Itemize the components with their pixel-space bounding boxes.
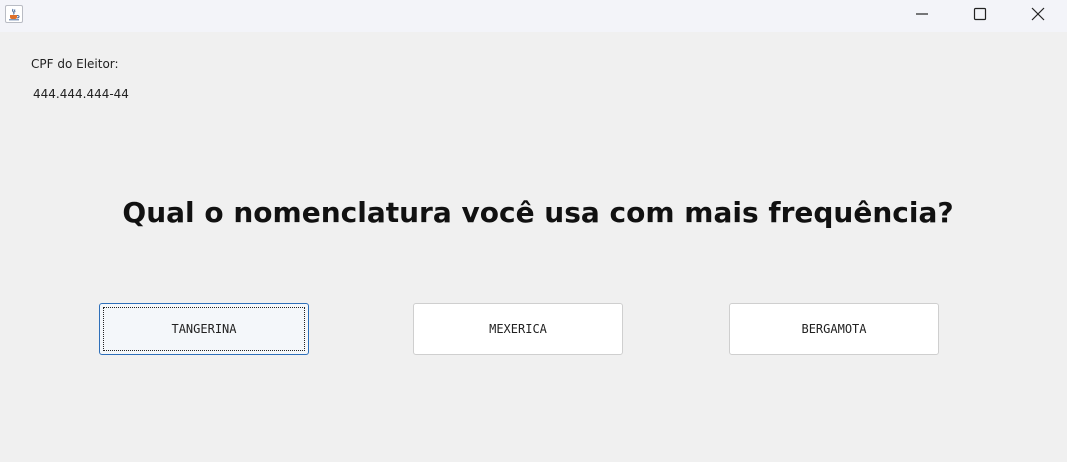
minimize-button[interactable] xyxy=(893,0,951,28)
option-tangerina-button[interactable]: TANGERINA xyxy=(99,303,309,355)
question-title: Qual o nomenclatura você usa com mais fr… xyxy=(122,196,954,229)
option-mexerica-button[interactable]: MEXERICA xyxy=(413,303,623,355)
cpf-value: 444.444.444-44 xyxy=(33,87,129,101)
java-cup-icon[interactable] xyxy=(5,5,23,23)
close-button[interactable] xyxy=(1009,0,1067,28)
title-bar xyxy=(0,0,1067,32)
maximize-icon xyxy=(973,7,987,21)
option-label: BERGAMOTA xyxy=(801,322,867,336)
close-icon xyxy=(1031,7,1045,21)
cpf-label: CPF do Eleitor: xyxy=(31,57,119,71)
maximize-button[interactable] xyxy=(951,0,1009,28)
minimize-icon xyxy=(916,13,928,15)
focus-ring xyxy=(103,307,305,351)
option-bergamota-button[interactable]: BERGAMOTA xyxy=(729,303,939,355)
option-label: MEXERICA xyxy=(489,322,547,336)
